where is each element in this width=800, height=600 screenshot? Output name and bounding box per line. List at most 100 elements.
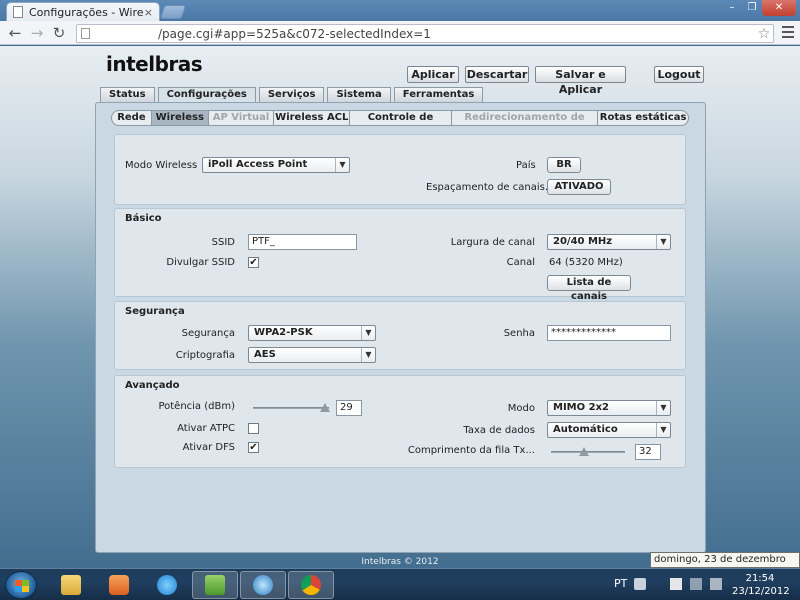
ssid-input[interactable]: PTF_ <box>248 234 357 250</box>
advanced-title: Avançado <box>125 380 180 391</box>
tab-servicos[interactable]: Serviços <box>258 87 325 102</box>
forward-icon[interactable]: → <box>26 24 48 42</box>
ie-taskbar-button[interactable] <box>144 571 190 599</box>
broadcast-checkbox[interactable]: ✔ <box>248 257 259 268</box>
page-icon <box>81 28 90 39</box>
save-apply-button[interactable]: Salvar e Aplicar <box>535 66 626 96</box>
minimize-button[interactable]: – <box>722 0 742 16</box>
channel-label: Canal <box>506 257 535 268</box>
chevron-down-icon: ▼ <box>335 158 349 172</box>
tab-ferramentas[interactable]: Ferramentas <box>393 87 484 102</box>
network-taskbar-button[interactable] <box>192 571 238 599</box>
close-window-button[interactable]: ✕ <box>762 0 796 16</box>
language-indicator[interactable]: PT <box>614 577 627 590</box>
chevron-down-icon: ▼ <box>656 401 670 415</box>
browser-toolbar: ← → ↻ /page.cgi#app=525a&c072-selectedIn… <box>0 21 800 45</box>
subtab-rede[interactable]: Rede <box>112 111 152 125</box>
media-player-taskbar-button[interactable] <box>96 571 142 599</box>
mimo-value: MIMO 2x2 <box>553 402 609 413</box>
mode-label: Modo Wireless <box>125 160 198 171</box>
ssid-label: SSID <box>211 237 235 248</box>
tab-close-icon[interactable]: × <box>144 6 153 19</box>
url-text[interactable]: /page.cgi#app=525a&c072-selectedIndex=1 <box>158 27 755 41</box>
dfs-checkbox[interactable]: ✔ <box>248 442 259 453</box>
mimo-select[interactable]: MIMO 2x2 ▼ <box>547 400 671 416</box>
crypto-select[interactable]: AES ▼ <box>248 347 376 363</box>
queue-label: Comprimento da fila Tx... <box>407 445 535 456</box>
power-slider[interactable] <box>253 403 331 412</box>
tab-sistema[interactable]: Sistema <box>327 87 391 102</box>
system-clock[interactable]: 21:54 23/12/2012 <box>732 572 790 598</box>
mode-select[interactable]: iPoll Access Point ▼ <box>202 157 350 173</box>
rate-label: Taxa de dados <box>463 425 535 436</box>
power-slider-thumb[interactable] <box>320 403 331 412</box>
country-button[interactable]: BR <box>547 157 581 173</box>
crypto-label: Criptografia <box>175 350 235 361</box>
discard-button[interactable]: Descartar <box>465 66 529 83</box>
address-bar[interactable]: /page.cgi#app=525a&c072-selectedIndex=1 … <box>76 24 774 43</box>
windows-logo-icon-lower <box>15 586 29 592</box>
config-panel: Rede Wireless AP Virtual Wireless ACL Co… <box>95 102 706 553</box>
basic-section: Básico SSID PTF_ Divulgar SSID ✔ Largura… <box>114 208 686 302</box>
explorer-taskbar-button[interactable] <box>48 571 94 599</box>
broadcast-label: Divulgar SSID <box>166 257 235 268</box>
chevron-down-icon: ▼ <box>361 348 375 362</box>
country-label: País <box>516 160 536 171</box>
chevron-down-icon: ▼ <box>656 235 670 249</box>
taskbar: PT 21:54 23/12/2012 <box>0 568 800 600</box>
rate-select[interactable]: Automático ▼ <box>547 422 671 438</box>
flag-icon[interactable] <box>670 578 682 590</box>
tab-title: Configurações - Wireless <box>29 5 144 19</box>
star-icon[interactable]: ☆ <box>755 26 773 42</box>
atpc-label: Ativar ATPC <box>177 423 235 434</box>
security-label: Segurança <box>181 328 235 339</box>
power-input[interactable]: 29 <box>336 400 362 416</box>
volume-icon[interactable] <box>710 578 722 590</box>
keyboard-icon[interactable] <box>634 578 646 590</box>
security-select[interactable]: WPA2-PSK ▼ <box>248 325 376 341</box>
channel-list-button[interactable]: Lista de canais <box>547 275 631 302</box>
internet-explorer-icon <box>157 575 177 595</box>
back-icon[interactable]: ← <box>4 24 26 42</box>
restore-button[interactable]: ❐ <box>742 0 762 16</box>
tab-configuracoes[interactable]: Configurações <box>157 87 256 103</box>
subtab-redirecionamento[interactable]: Redirecionamento de portas <box>452 111 599 125</box>
spacing-label: Espaçamento de canais... <box>426 182 555 193</box>
subtab-rotas[interactable]: Rotas estáticas <box>598 111 688 125</box>
new-tab-button[interactable] <box>159 5 187 19</box>
security-section: Segurança Segurança WPA2-PSK ▼ Criptogra… <box>114 301 686 370</box>
network-icon[interactable] <box>690 578 702 590</box>
password-input[interactable]: ************* <box>547 325 671 341</box>
dfs-label: Ativar DFS <box>182 442 235 453</box>
queue-slider-thumb[interactable] <box>579 447 590 456</box>
queue-input[interactable]: 32 <box>635 444 661 460</box>
subtab-controle-banda[interactable]: Controle de Banda <box>350 111 452 125</box>
subtab-ap-virtual[interactable]: AP Virtual <box>209 111 275 125</box>
apply-button[interactable]: Aplicar <box>407 66 459 83</box>
logout-button[interactable]: Logout <box>654 66 704 83</box>
password-label: Senha <box>503 328 535 339</box>
chevron-down-icon: ▼ <box>656 423 670 437</box>
browser-tab[interactable]: Configurações - Wireless × <box>6 2 160 21</box>
app-taskbar-button[interactable] <box>240 571 286 599</box>
window-controls: – ❐ ✕ <box>722 0 796 16</box>
media-player-icon <box>109 575 129 595</box>
power-label: Potência (dBm) <box>158 401 235 412</box>
menu-icon[interactable] <box>782 26 794 41</box>
reload-icon[interactable]: ↻ <box>48 24 70 42</box>
chrome-taskbar-button[interactable] <box>288 571 334 599</box>
subtab-wireless-acl[interactable]: Wireless ACL <box>274 111 351 125</box>
main-tabs: Status Configurações Serviços Sistema Fe… <box>100 87 486 103</box>
subtab-wireless[interactable]: Wireless <box>151 111 209 125</box>
width-select[interactable]: 20/40 MHz ▼ <box>547 234 671 250</box>
spacing-button[interactable]: ATIVADO <box>547 179 611 195</box>
width-value: 20/40 MHz <box>553 236 613 247</box>
page-icon <box>13 6 23 18</box>
start-button[interactable] <box>5 571 37 599</box>
tab-status[interactable]: Status <box>100 87 155 102</box>
atpc-checkbox[interactable] <box>248 423 259 434</box>
browser-titlebar: Configurações - Wireless × – ❐ ✕ <box>0 0 800 21</box>
queue-slider[interactable] <box>551 447 625 456</box>
mode-value: iPoll Access Point <box>208 159 308 170</box>
crypto-value: AES <box>254 349 276 360</box>
